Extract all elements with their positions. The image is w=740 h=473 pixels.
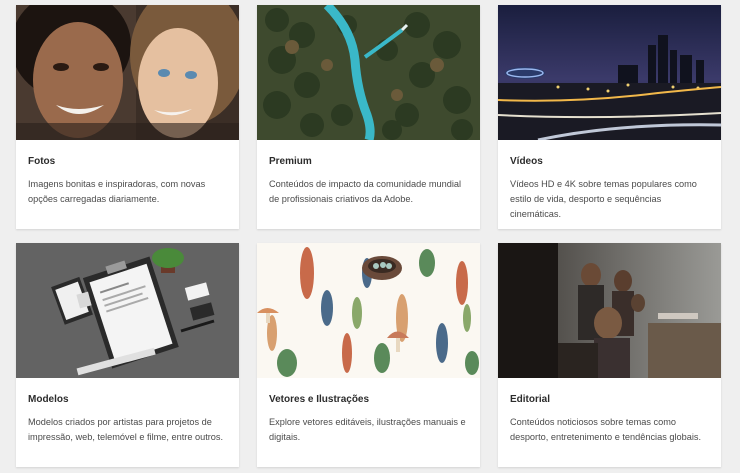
night-city-skyline-photo bbox=[498, 5, 721, 140]
card-title[interactable]: Vetores e Ilustrações bbox=[269, 393, 468, 406]
category-image-modelos[interactable] bbox=[16, 243, 239, 378]
card-description: Modelos criados por artistas para projet… bbox=[28, 417, 224, 442]
category-image-vetores[interactable] bbox=[257, 243, 480, 378]
card-title[interactable]: Modelos bbox=[28, 393, 227, 406]
card-description: Conteúdos noticiosos sobre temas como de… bbox=[510, 417, 702, 442]
category-card-videos[interactable]: Vídeos Vídeos HD e 4K sobre temas popula… bbox=[498, 5, 721, 229]
card-body: Editorial Conteúdos noticiosos sobre tem… bbox=[498, 378, 721, 445]
category-card-premium[interactable]: Premium Conteúdos de impacto da comunida… bbox=[257, 5, 480, 229]
botanical-pattern-illustration bbox=[257, 243, 480, 378]
category-card-vetores[interactable]: Vetores e Ilustrações Explore vetores ed… bbox=[257, 243, 480, 467]
card-description: Vídeos HD e 4K sobre temas populares com… bbox=[510, 179, 697, 219]
aerial-river-forest-photo bbox=[257, 5, 480, 140]
card-body: Premium Conteúdos de impacto da comunida… bbox=[257, 140, 480, 207]
card-body: Vetores e Ilustrações Explore vetores ed… bbox=[257, 378, 480, 445]
card-description: Explore vetores editáveis, ilustrações m… bbox=[269, 417, 466, 442]
card-body: Fotos Imagens bonitas e inspiradoras, co… bbox=[16, 140, 239, 207]
card-description: Conteúdos de impacto da comunidade mundi… bbox=[269, 179, 462, 204]
stationery-mockup-photo bbox=[16, 243, 239, 378]
category-grid: Fotos Imagens bonitas e inspiradoras, co… bbox=[16, 5, 722, 467]
card-body: Vídeos Vídeos HD e 4K sobre temas popula… bbox=[498, 140, 721, 222]
category-image-premium[interactable] bbox=[257, 5, 480, 140]
category-image-fotos[interactable] bbox=[16, 5, 239, 140]
category-card-fotos[interactable]: Fotos Imagens bonitas e inspiradoras, co… bbox=[16, 5, 239, 229]
card-body: Modelos Modelos criados por artistas par… bbox=[16, 378, 239, 445]
card-title[interactable]: Vídeos bbox=[510, 155, 709, 168]
category-card-editorial[interactable]: Editorial Conteúdos noticiosos sobre tem… bbox=[498, 243, 721, 467]
two-women-smiling-photo bbox=[16, 5, 239, 140]
card-title[interactable]: Premium bbox=[269, 155, 468, 168]
card-description: Imagens bonitas e inspiradoras, com nova… bbox=[28, 179, 206, 204]
category-card-modelos[interactable]: Modelos Modelos criados por artistas par… bbox=[16, 243, 239, 467]
card-title[interactable]: Editorial bbox=[510, 393, 709, 406]
card-title[interactable]: Fotos bbox=[28, 155, 227, 168]
category-image-editorial[interactable] bbox=[498, 243, 721, 378]
category-image-videos[interactable] bbox=[498, 5, 721, 140]
children-news-photo bbox=[498, 243, 721, 378]
